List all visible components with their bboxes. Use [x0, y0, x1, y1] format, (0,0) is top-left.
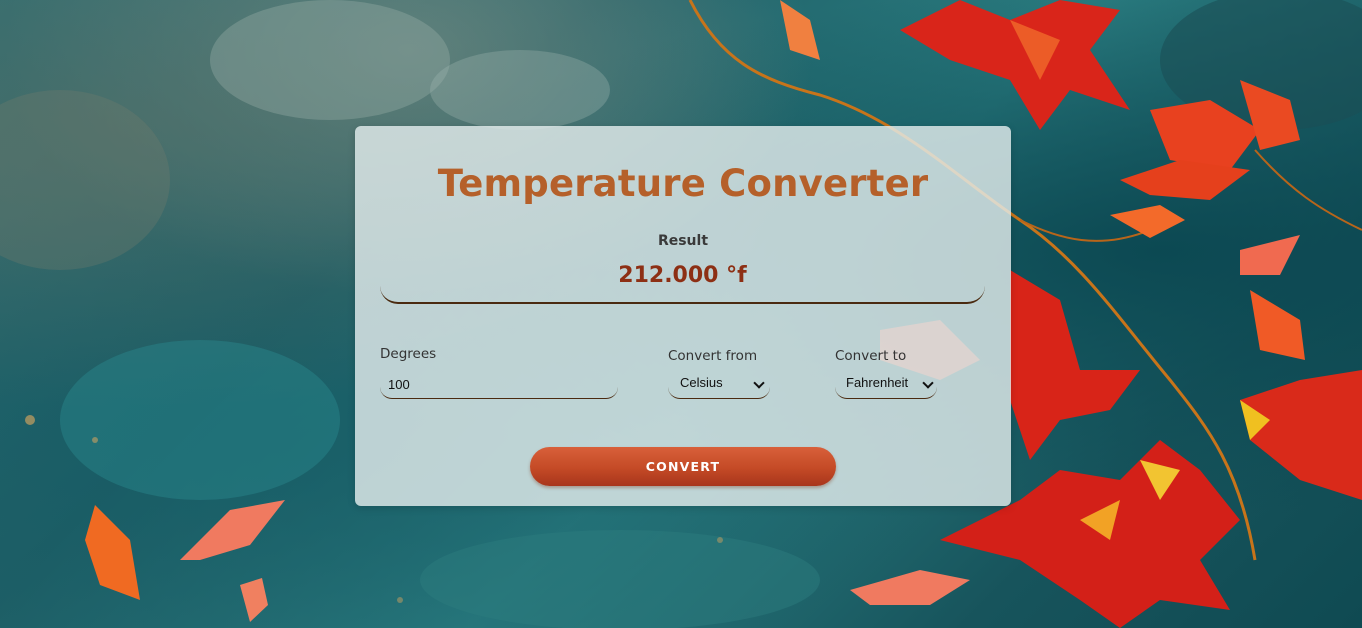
convert-to-value: Fahrenheit	[846, 375, 909, 390]
result-label: Result	[657, 233, 709, 249]
convert-to-label: Convert to	[835, 348, 907, 364]
convert-from-label: Convert from	[668, 348, 758, 364]
degrees-input[interactable]	[380, 371, 618, 399]
result-value: 212.000 °f	[618, 263, 747, 288]
result-display: 212.000 °f	[380, 254, 985, 304]
converter-card: Temperature Converter Result 212.000 °f …	[355, 126, 1011, 506]
convert-from-select[interactable]: Celsius	[668, 371, 770, 399]
chevron-down-icon	[922, 377, 934, 389]
convert-to-select[interactable]: Fahrenheit	[835, 371, 937, 399]
page-title: Temperature Converter	[437, 162, 929, 205]
convert-from-value: Celsius	[680, 375, 723, 390]
degrees-label: Degrees	[380, 346, 437, 362]
convert-button[interactable]: CONVERT	[530, 447, 836, 486]
chevron-down-icon	[753, 377, 765, 389]
